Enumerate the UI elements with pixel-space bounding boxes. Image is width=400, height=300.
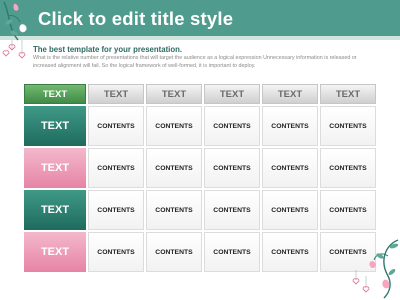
table-cell[interactable]: CONTENTS	[204, 232, 260, 272]
table-cell[interactable]: CONTENTS	[262, 190, 318, 230]
row-header-cell[interactable]: TEXT	[24, 190, 86, 230]
table-cell[interactable]: CONTENTS	[204, 106, 260, 146]
table-cell[interactable]: CONTENTS	[88, 106, 144, 146]
table-header-cell[interactable]: TEXT	[320, 84, 376, 104]
table-cell[interactable]: CONTENTS	[262, 148, 318, 188]
table-cell[interactable]: CONTENTS	[262, 232, 318, 272]
table-cell[interactable]: CONTENTS	[88, 190, 144, 230]
slide-subtitle[interactable]: The best template for your presentation.	[33, 45, 182, 54]
table-header-cell[interactable]: TEXT	[204, 84, 260, 104]
floral-vine-top-left-icon	[2, 1, 27, 59]
table-cell[interactable]: CONTENTS	[320, 190, 376, 230]
slide-title[interactable]: Click to edit title style	[38, 8, 233, 30]
table-cell[interactable]: CONTENTS	[146, 148, 202, 188]
table-header-cell[interactable]: TEXT	[262, 84, 318, 104]
table-cell[interactable]: CONTENTS	[146, 190, 202, 230]
table-cell[interactable]: CONTENTS	[204, 148, 260, 188]
row-header-cell[interactable]: TEXT	[24, 106, 86, 146]
slide-description[interactable]: What is the relative number of presentat…	[33, 55, 373, 70]
table-cell[interactable]: CONTENTS	[88, 232, 144, 272]
row-header-cell[interactable]: TEXT	[24, 232, 86, 272]
table-cell[interactable]: CONTENTS	[262, 106, 318, 146]
table-cell[interactable]: CONTENTS	[320, 148, 376, 188]
content-table: TEXT TEXT TEXT TEXT TEXT TEXT TEXT CONTE…	[24, 84, 378, 274]
table-cell[interactable]: CONTENTS	[146, 232, 202, 272]
table-cell[interactable]: CONTENTS	[88, 148, 144, 188]
table-cell[interactable]: CONTENTS	[320, 106, 376, 146]
floral-vine-bottom-right-icon	[352, 239, 399, 299]
table-header-cell[interactable]: TEXT	[24, 84, 86, 104]
table-cell[interactable]: CONTENTS	[204, 190, 260, 230]
table-cell[interactable]: CONTENTS	[146, 106, 202, 146]
row-header-cell[interactable]: TEXT	[24, 148, 86, 188]
table-header-cell[interactable]: TEXT	[146, 84, 202, 104]
table-header-cell[interactable]: TEXT	[88, 84, 144, 104]
